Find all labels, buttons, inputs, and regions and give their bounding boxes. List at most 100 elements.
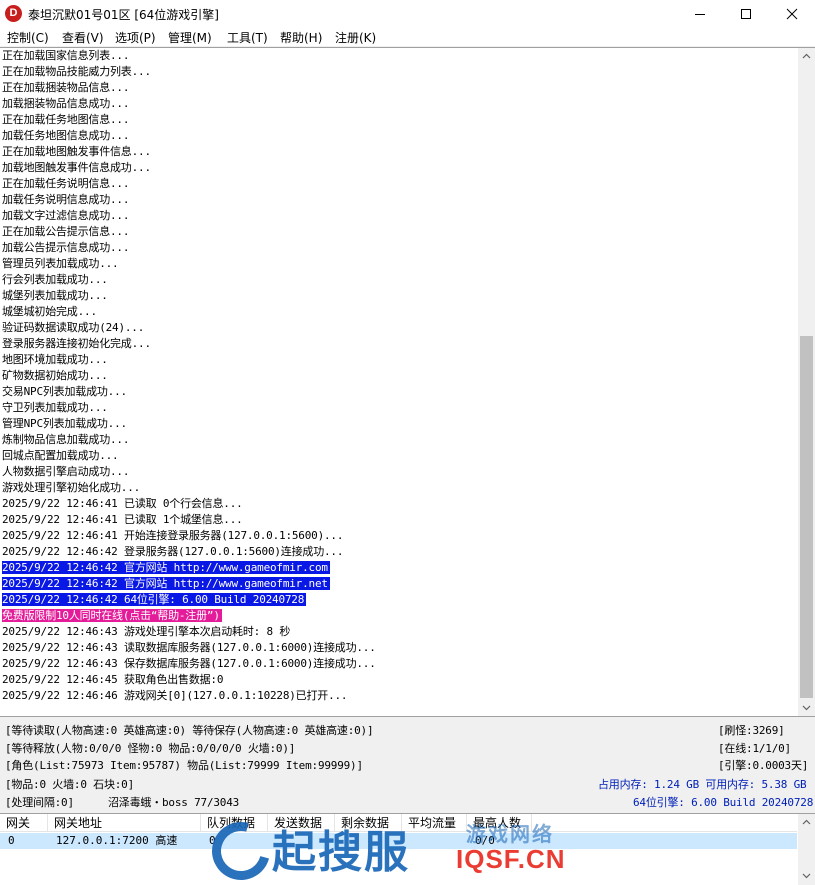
- log-line: 2025/9/22 12:46:46 游戏网关[0](127.0.0.1:102…: [2, 688, 797, 704]
- log-line: 加载文字过滤信息成功...: [2, 208, 797, 224]
- log-output[interactable]: 正在加载国家信息列表... 正在加载物品技能威力列表... 正在加载捆装物品信息..…: [0, 47, 815, 717]
- log-line-text: 交易NPC列表加载成功...: [2, 385, 127, 398]
- col-remain[interactable]: 剩余数据: [335, 814, 402, 832]
- log-line: 免费版限制10人同时在线(点击“帮助-注册”): [2, 608, 797, 624]
- col-send[interactable]: 发送数据: [268, 814, 335, 832]
- log-line: 正在加载任务地图信息...: [2, 112, 797, 128]
- log-line: 2025/9/22 12:46:43 读取数据库服务器(127.0.0.1:60…: [2, 640, 797, 656]
- log-line: 城堡城初始完成...: [2, 304, 797, 320]
- window-title: 泰坦沉默01号01区 [64位游戏引擎]: [28, 8, 219, 22]
- log-line: 正在加载任务说明信息...: [2, 176, 797, 192]
- chevron-down-icon: [802, 873, 811, 879]
- table-row[interactable]: 0 127.0.0.1:7200 高速 0 0/0: [0, 833, 797, 849]
- menu-options[interactable]: 选项(P): [115, 29, 156, 46]
- log-line: 登录服务器连接初始化完成...: [2, 336, 797, 352]
- close-icon: [786, 8, 798, 20]
- log-line-text: 验证码数据读取成功(24)...: [2, 321, 145, 334]
- log-line: 矿物数据初始成功...: [2, 368, 797, 384]
- log-line: 正在加载地图触发事件信息...: [2, 144, 797, 160]
- log-line-text: 2025/9/22 12:46:41 已读取 1个城堡信息...: [2, 513, 243, 526]
- scroll-down-button[interactable]: [798, 699, 815, 716]
- log-lines: 正在加载国家信息列表... 正在加载物品技能威力列表... 正在加载捆装物品信息..…: [2, 48, 797, 704]
- log-line: 加载任务说明信息成功...: [2, 192, 797, 208]
- log-scrollbar[interactable]: [798, 48, 815, 716]
- log-line-text: 管理NPC列表加载成功...: [2, 417, 127, 430]
- col-gate[interactable]: 网关: [0, 814, 48, 832]
- log-line-text: 2025/9/22 12:46:45 获取角色出售数据:0: [2, 673, 224, 686]
- log-line-text: 2025/9/22 12:46:42 官方网站 http://www.gameo…: [2, 561, 330, 574]
- log-line: 加载地图触发事件信息成功...: [2, 160, 797, 176]
- gateway-scrollbar[interactable]: [798, 814, 815, 885]
- log-line: 管理NPC列表加载成功...: [2, 416, 797, 432]
- col-address[interactable]: 网关地址: [48, 814, 201, 832]
- log-line: 2025/9/22 12:46:41 已读取 1个城堡信息...: [2, 512, 797, 528]
- menu-tools[interactable]: 工具(T): [227, 29, 268, 46]
- log-line: 2025/9/22 12:46:42 登录服务器(127.0.0.1:5600)…: [2, 544, 797, 560]
- chevron-up-icon: [802, 819, 811, 825]
- col-max[interactable]: 最高人数: [467, 814, 532, 832]
- menu-help[interactable]: 帮助(H): [280, 29, 322, 46]
- menu-manage[interactable]: 管理(M): [168, 29, 212, 46]
- log-line: 正在加载国家信息列表...: [2, 48, 797, 64]
- log-line: 2025/9/22 12:46:42 64位引擎: 6.00 Build 202…: [2, 592, 797, 608]
- log-line-text: 正在加载公告提示信息...: [2, 225, 130, 238]
- title-bar[interactable]: D 泰坦沉默01号01区 [64位游戏引擎]: [0, 0, 815, 27]
- log-line-text: 2025/9/22 12:46:42 官方网站 http://www.gameo…: [2, 577, 330, 590]
- log-line: 2025/9/22 12:46:42 官方网站 http://www.gameo…: [2, 576, 797, 592]
- gateway-table[interactable]: 网关 网关地址 队列数据 发送数据 剩余数据 平均流量 最高人数 0 127.0…: [0, 813, 815, 885]
- log-line-text: 正在加载物品技能威力列表...: [2, 65, 151, 78]
- log-line-text: 正在加载任务地图信息...: [2, 113, 130, 126]
- log-line-text: 加载任务说明信息成功...: [2, 193, 130, 206]
- cell-gate: 0: [8, 834, 15, 847]
- log-line: 验证码数据读取成功(24)...: [2, 320, 797, 336]
- menu-view[interactable]: 查看(V): [62, 29, 104, 46]
- minimize-icon: [695, 14, 705, 15]
- gateway-table-header: 网关 网关地址 队列数据 发送数据 剩余数据 平均流量 最高人数: [0, 814, 797, 832]
- menu-bar: 控制(C) 查看(V) 选项(P) 管理(M) 工具(T) 帮助(H) 注册(K…: [0, 27, 815, 47]
- log-line: 人物数据引擎启动成功...: [2, 464, 797, 480]
- maximize-button[interactable]: [723, 0, 769, 27]
- log-line-text: 地图环境加载成功...: [2, 353, 108, 366]
- log-line: 加载任务地图信息成功...: [2, 128, 797, 144]
- cell-average: [402, 833, 410, 849]
- close-button[interactable]: [769, 0, 815, 27]
- log-line-text: 管理员列表加载成功...: [2, 257, 119, 270]
- log-line-text: 回城点配置加载成功...: [2, 449, 119, 462]
- log-line: 2025/9/22 12:46:42 官方网站 http://www.gameo…: [2, 560, 797, 576]
- status-online: [在线:1/1/0]: [718, 742, 791, 755]
- menu-control[interactable]: 控制(C): [7, 29, 49, 46]
- log-line-text: 2025/9/22 12:46:43 保存数据库服务器(127.0.0.1:60…: [2, 657, 376, 670]
- cell-send: [268, 833, 276, 849]
- menu-register[interactable]: 注册(K): [335, 29, 376, 46]
- log-line: 守卫列表加载成功...: [2, 400, 797, 416]
- status-memory: 占用内存: 1.24 GB 可用内存: 5.38 GB: [598, 778, 807, 791]
- log-line-text: 免费版限制10人同时在线(点击“帮助-注册”): [2, 609, 222, 622]
- log-line-text: 行会列表加载成功...: [2, 273, 108, 286]
- status-boss: 沼泽毒蛾・boss 77/3043: [108, 796, 240, 809]
- cell-queue: 0: [209, 834, 216, 847]
- log-line: 2025/9/22 12:46:43 游戏处理引擎本次启动耗时: 8 秒: [2, 624, 797, 640]
- status-objects: [物品:0 火墙:0 石块:0]: [5, 778, 135, 791]
- status-role-items: [角色(List:75973 Item:95787) 物品(List:79999…: [5, 759, 363, 772]
- log-line: 2025/9/22 12:46:45 获取角色出售数据:0: [2, 672, 797, 688]
- status-engine-version: 64位引擎: 6.00 Build 20240728: [633, 796, 814, 809]
- cell-max: 0/0: [475, 834, 495, 847]
- log-line-text: 登录服务器连接初始化完成...: [2, 337, 151, 350]
- log-line: 管理员列表加载成功...: [2, 256, 797, 272]
- log-line: 2025/9/22 12:46:41 已读取 0个行会信息...: [2, 496, 797, 512]
- log-line-text: 加载任务地图信息成功...: [2, 129, 130, 142]
- log-line-text: 加载捆装物品信息成功...: [2, 97, 130, 110]
- chevron-up-icon: [802, 53, 811, 59]
- status-interval: [处理间隔:0]: [5, 796, 74, 809]
- log-line-text: 正在加载任务说明信息...: [2, 177, 130, 190]
- col-average[interactable]: 平均流量: [402, 814, 467, 832]
- log-line-text: 正在加载国家信息列表...: [2, 49, 130, 62]
- minimize-button[interactable]: [677, 0, 723, 27]
- scroll-up-button[interactable]: [798, 48, 815, 65]
- cell-address: 127.0.0.1:7200 高速: [56, 834, 178, 847]
- col-queue[interactable]: 队列数据: [201, 814, 268, 832]
- status-engine-uptime: [引擎:0.0003天]: [718, 759, 809, 772]
- log-line: 正在加载捆装物品信息...: [2, 80, 797, 96]
- log-line-text: 2025/9/22 12:46:43 游戏处理引擎本次启动耗时: 8 秒: [2, 625, 291, 638]
- scroll-thumb[interactable]: [800, 336, 813, 698]
